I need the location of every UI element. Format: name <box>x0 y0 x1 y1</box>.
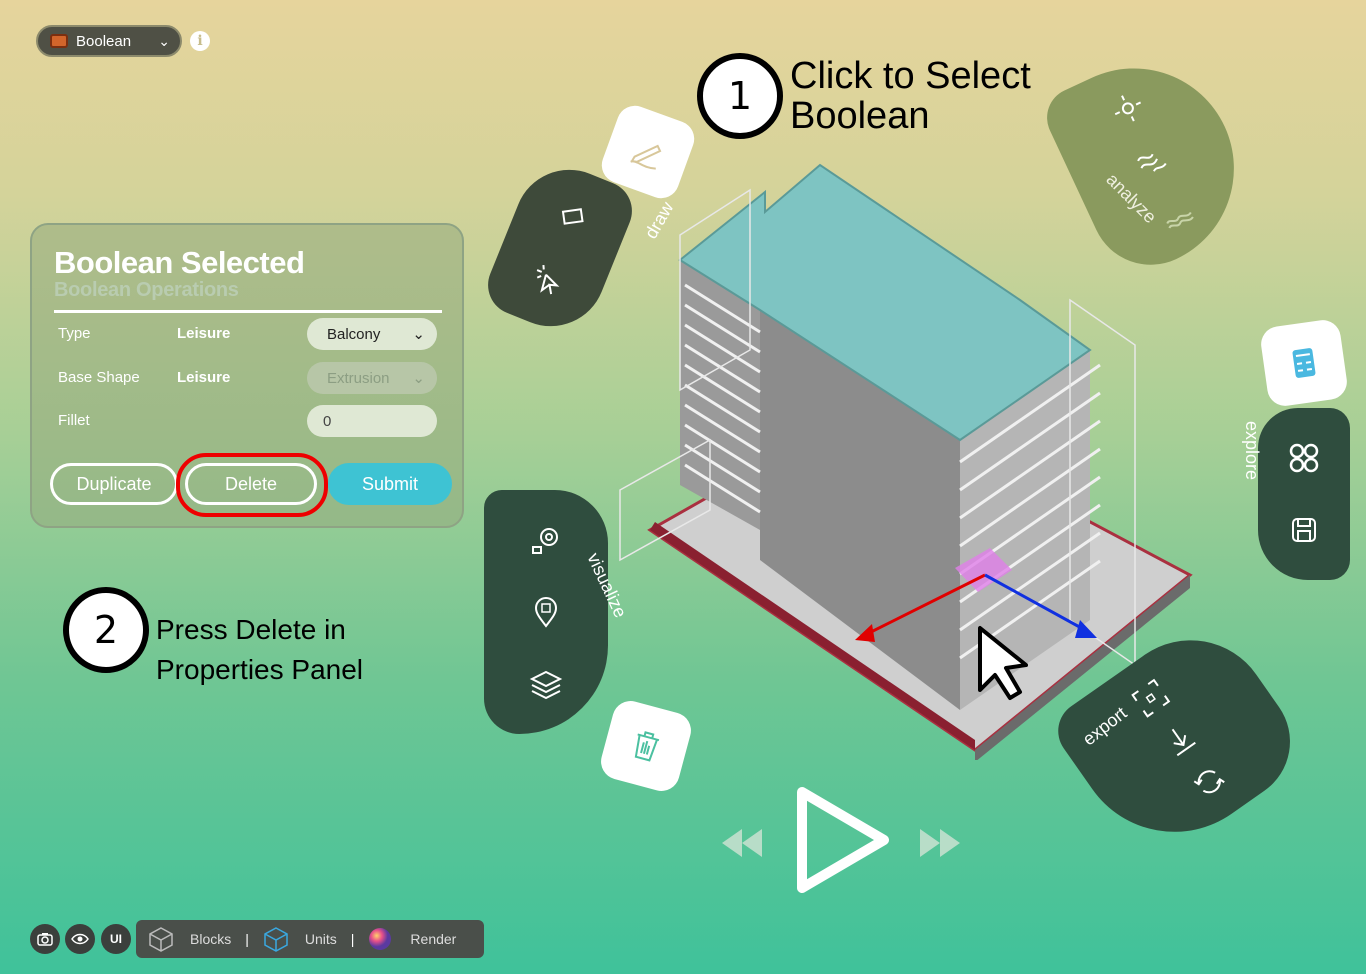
grid-circles-icon[interactable] <box>1287 441 1321 475</box>
blocks-label: Blocks <box>190 931 232 947</box>
water-icon[interactable] <box>1154 189 1199 234</box>
object-type-label: Boolean <box>76 32 132 50</box>
type-select-value: Balcony <box>327 325 381 343</box>
submit-button[interactable]: Submit <box>328 463 452 505</box>
render-label: Render <box>410 931 457 947</box>
chevron-down-icon: ⌄ <box>412 326 425 343</box>
step-2-badge: 2 <box>63 587 149 673</box>
explore-label: explore <box>1242 420 1263 481</box>
step-1-badge: 1 <box>697 53 783 139</box>
base-shape-select: Extrusion ⌄ <box>307 362 437 394</box>
ui-toggle-button[interactable]: UI <box>101 924 131 954</box>
calculator-tile[interactable] <box>1258 317 1350 409</box>
panel-title: Boolean Selected <box>54 245 305 280</box>
toolbar-separator: | <box>245 931 249 947</box>
type-label: Type <box>58 325 91 342</box>
trash-icon <box>634 731 660 762</box>
panel-divider <box>54 310 442 313</box>
blocks-tool[interactable]: Blocks <box>148 926 231 952</box>
rewind-icon[interactable] <box>720 826 764 860</box>
fillet-input[interactable]: 0 <box>307 405 437 437</box>
cube-icon <box>50 34 68 48</box>
object-type-dropdown[interactable]: Boolean ⌄ <box>36 25 182 57</box>
type-select[interactable]: Balcony ⌄ <box>307 318 437 350</box>
bottom-toolbar: Blocks | Units | Render <box>136 920 484 958</box>
units-label: Units <box>304 931 337 947</box>
pencil-icon <box>630 144 662 170</box>
camera-path-icon[interactable] <box>529 523 563 557</box>
units-tool[interactable]: Units <box>263 926 337 952</box>
play-icon[interactable] <box>794 784 894 896</box>
step-2-text-line1: Press Delete in <box>156 614 346 645</box>
eye-icon <box>71 933 89 945</box>
step-1-text-line2: Boolean <box>790 95 930 137</box>
explore-menu <box>1258 408 1350 580</box>
render-sphere-icon <box>369 928 392 950</box>
screenshot-button[interactable] <box>30 924 60 954</box>
fast-forward-icon[interactable] <box>918 826 962 860</box>
save-icon[interactable] <box>1287 513 1321 547</box>
sun-icon[interactable] <box>1105 85 1150 130</box>
select-pointer-icon[interactable] <box>526 256 570 300</box>
step-1-text-line1: Click to Select <box>790 55 1031 97</box>
base-shape-select-value: Extrusion <box>327 369 390 387</box>
fillet-label: Fillet <box>58 412 90 429</box>
wind-icon[interactable] <box>1129 137 1174 182</box>
panel-subtitle: Boolean Operations <box>54 279 239 301</box>
fullscreen-icon[interactable] <box>1127 675 1174 722</box>
visualize-menu <box>484 490 608 734</box>
download-icon[interactable] <box>1156 716 1203 763</box>
toolbar-separator: | <box>350 931 355 947</box>
chevron-down-icon: ⌄ <box>412 370 425 387</box>
refresh-icon[interactable] <box>1185 758 1232 805</box>
type-value: Leisure <box>177 325 231 342</box>
layers-icon[interactable] <box>529 667 563 701</box>
location-pin-icon[interactable] <box>529 595 563 629</box>
cube-outline-icon <box>149 927 173 952</box>
eraser-icon[interactable] <box>550 195 594 239</box>
calculator-icon <box>1292 348 1316 378</box>
properties-panel: Boolean Selected Boolean Operations Type… <box>30 223 464 528</box>
chevron-down-icon: ⌄ <box>158 32 170 49</box>
base-shape-value: Leisure <box>177 369 231 386</box>
camera-icon <box>37 933 53 946</box>
base-shape-label: Base Shape <box>58 369 140 386</box>
delete-button[interactable]: Delete <box>185 463 317 505</box>
render-tool[interactable]: Render <box>368 926 456 952</box>
visibility-button[interactable] <box>65 924 95 954</box>
units-cube-icon <box>264 927 288 952</box>
step-2-text-line2: Properties Panel <box>156 654 364 685</box>
duplicate-button[interactable]: Duplicate <box>50 463 178 505</box>
info-icon[interactable]: i <box>190 31 210 51</box>
